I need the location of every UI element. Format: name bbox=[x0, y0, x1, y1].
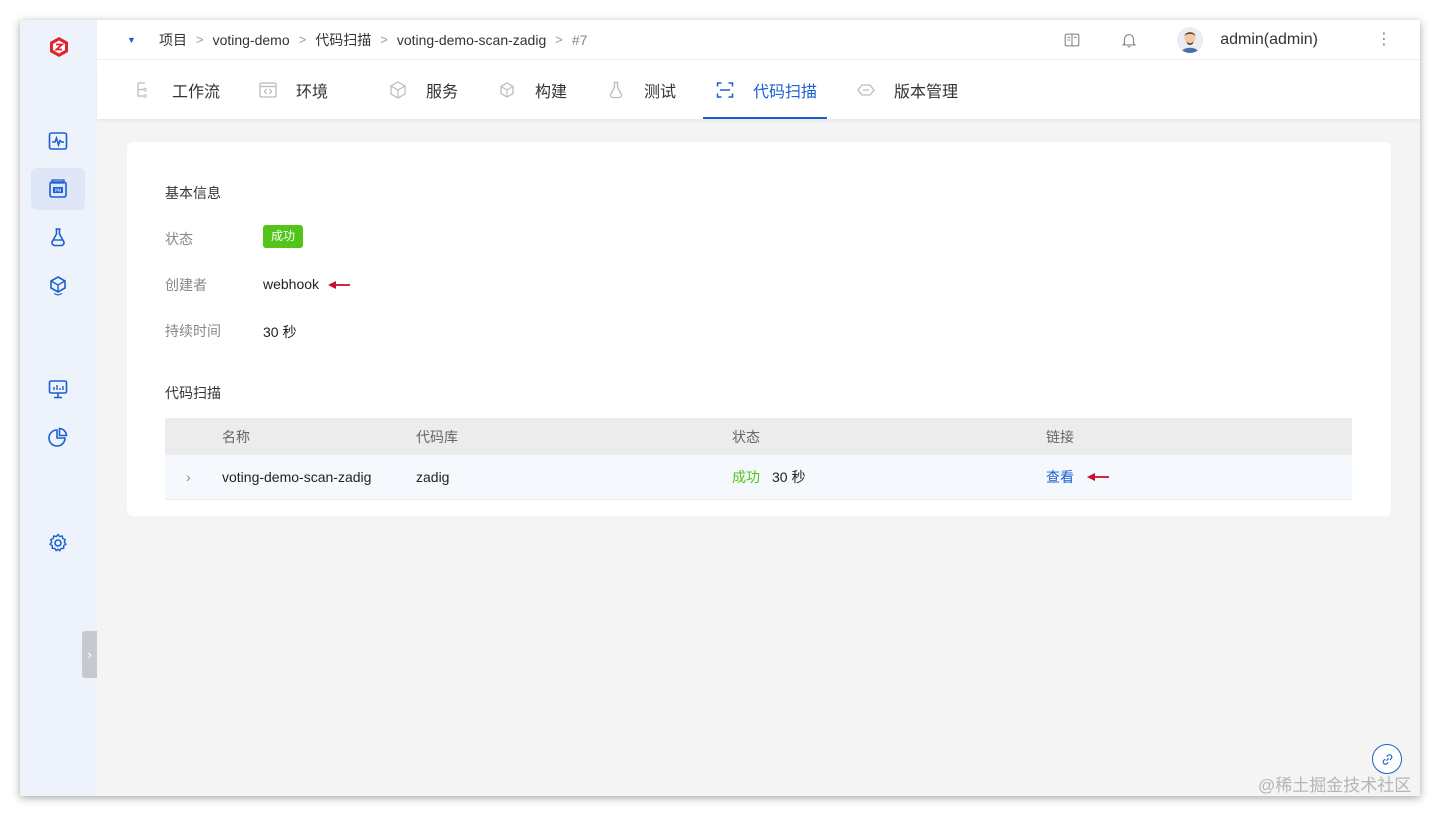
column-header-name: 名称 bbox=[222, 428, 250, 445]
active-tab-indicator bbox=[703, 117, 827, 119]
svg-text:PM: PM bbox=[55, 188, 62, 194]
tab-label: 工作流 bbox=[172, 83, 221, 101]
breadcrumb-item-projects[interactable]: 项目 bbox=[159, 30, 187, 50]
scan-table: 名称 代码库 状态 链接 › voting-demo-scan-zadig za… bbox=[165, 418, 1352, 500]
workflow-icon bbox=[137, 81, 147, 98]
tab-environment[interactable]: 环境 bbox=[258, 60, 328, 119]
service-icon bbox=[390, 80, 406, 99]
breadcrumb-item-run-number: #7 bbox=[571, 31, 588, 48]
column-header-status: 状态 bbox=[732, 428, 760, 445]
duration-value: 30 秒 bbox=[263, 324, 297, 340]
flask-icon[interactable] bbox=[31, 216, 85, 258]
breadcrumb-item-code-scan[interactable]: 代码扫描 bbox=[315, 30, 371, 50]
tab-label: 服务 bbox=[426, 83, 459, 101]
tab-code-scan[interactable]: 代码扫描 bbox=[715, 60, 817, 119]
test-flask-icon bbox=[609, 81, 623, 98]
tab-test[interactable]: 测试 bbox=[606, 60, 676, 119]
tab-label: 版本管理 bbox=[894, 83, 959, 101]
pulse-monitor-icon[interactable] bbox=[31, 120, 85, 162]
scan-name-cell: voting-demo-scan-zadig bbox=[222, 469, 372, 485]
row-status: 成功 bbox=[732, 469, 760, 485]
scan-icon bbox=[716, 81, 734, 98]
tab-build[interactable]: 构建 bbox=[497, 60, 567, 119]
sidebar-collapse-handle[interactable]: › bbox=[82, 631, 97, 678]
watermark: @稀土掘金技术社区 bbox=[1258, 776, 1412, 795]
project-pm-icon[interactable]: PM bbox=[31, 168, 85, 210]
avatar[interactable] bbox=[1177, 27, 1204, 53]
environment-icon bbox=[259, 81, 277, 98]
code-scan-title: 代码扫描 bbox=[165, 385, 221, 401]
tab-workflow[interactable]: 工作流 bbox=[134, 60, 220, 119]
breadcrumb-item-project[interactable]: voting-demo bbox=[213, 32, 290, 48]
sidebar: PM › bbox=[20, 20, 97, 796]
table-header: 名称 代码库 状态 链接 bbox=[165, 418, 1352, 455]
chevron-right-icon[interactable]: › bbox=[186, 455, 191, 499]
project-tabs: 工作流 环境 服务 构建 测试 代码扫描 版本管理 bbox=[97, 60, 1420, 119]
basic-info-title: 基本信息 bbox=[165, 185, 221, 201]
tab-version[interactable]: 版本管理 bbox=[856, 60, 958, 119]
zadig-logo-icon[interactable] bbox=[47, 35, 71, 59]
breadcrumb-separator: > bbox=[196, 32, 204, 47]
top-bar: ▼ 项目 > voting-demo > 代码扫描 > voting-demo-… bbox=[97, 20, 1420, 60]
duration-label: 持续时间 bbox=[165, 323, 221, 339]
view-link[interactable]: 查看 bbox=[1046, 455, 1074, 499]
user-name[interactable]: admin(admin) bbox=[1220, 31, 1318, 49]
top-right-actions: admin(admin) ⋮ bbox=[1062, 20, 1420, 60]
annotation-arrow-icon bbox=[1087, 455, 1109, 499]
app-window: PM › ▼ 项目 > voting-demo > 代码扫描 > voting-… bbox=[20, 20, 1420, 796]
tab-service[interactable]: 服务 bbox=[388, 60, 458, 119]
bell-icon[interactable] bbox=[1119, 30, 1139, 50]
monitor-chart-icon[interactable] bbox=[31, 368, 85, 410]
tab-label: 构建 bbox=[535, 83, 568, 101]
breadcrumb: 项目 > voting-demo > 代码扫描 > voting-demo-sc… bbox=[159, 30, 587, 50]
row-duration: 30 秒 bbox=[772, 469, 806, 485]
status-label: 状态 bbox=[165, 231, 193, 247]
more-vertical-icon[interactable]: ⋮ bbox=[1376, 32, 1392, 48]
creator-value: webhook bbox=[263, 276, 320, 292]
cube-icon[interactable] bbox=[31, 264, 85, 306]
tab-label: 代码扫描 bbox=[753, 83, 818, 101]
tab-label: 环境 bbox=[296, 83, 329, 101]
doc-icon[interactable] bbox=[1062, 30, 1082, 50]
repo-cell: zadig bbox=[416, 469, 450, 485]
breadcrumb-separator: > bbox=[555, 32, 563, 47]
status-badge: 成功 bbox=[263, 225, 304, 248]
breadcrumb-separator: > bbox=[380, 32, 388, 47]
link-icon bbox=[1382, 753, 1392, 765]
breadcrumb-separator: > bbox=[298, 32, 307, 47]
column-header-link: 链接 bbox=[1046, 428, 1074, 445]
tab-label: 测试 bbox=[644, 83, 677, 101]
caret-down-icon[interactable]: ▼ bbox=[127, 35, 137, 45]
build-icon bbox=[500, 81, 514, 98]
pie-chart-icon[interactable] bbox=[31, 416, 85, 458]
column-header-repo: 代码库 bbox=[416, 428, 458, 445]
creator-label: 创建者 bbox=[165, 277, 207, 293]
settings-gear-icon[interactable] bbox=[31, 522, 85, 564]
version-icon bbox=[857, 83, 875, 96]
link-float-button[interactable] bbox=[1372, 744, 1402, 774]
breadcrumb-item-scan-name[interactable]: voting-demo-scan-zadig bbox=[397, 32, 546, 48]
table-row: › voting-demo-scan-zadig zadig 成功 30 秒 查… bbox=[165, 455, 1352, 500]
annotation-arrow-icon bbox=[328, 281, 350, 289]
scan-detail-card: 基本信息 状态 成功 创建者 webhook 持续时间 30 秒 代码扫描 名称… bbox=[127, 142, 1391, 516]
